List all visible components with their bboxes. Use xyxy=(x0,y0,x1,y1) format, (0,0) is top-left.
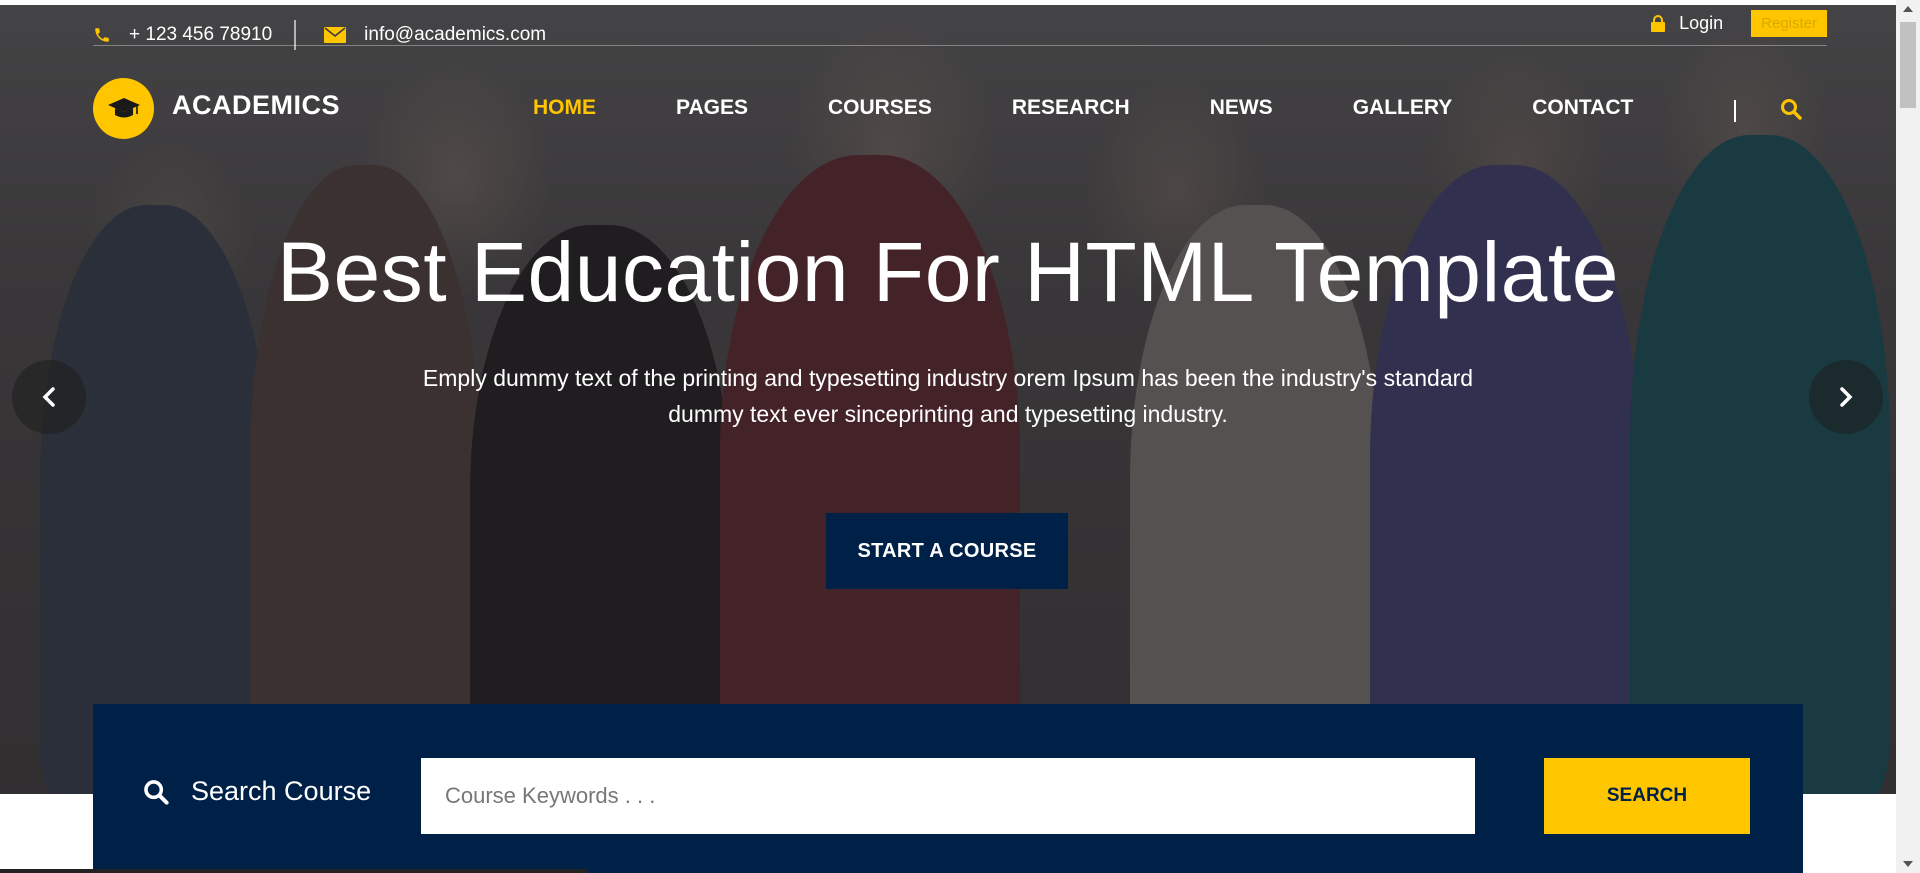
nav-item-pages[interactable]: PAGES xyxy=(676,96,748,120)
hero-subtitle-line: Emply dummy text of the printing and typ… xyxy=(422,365,1474,391)
logo[interactable]: ACADEMICS xyxy=(93,78,340,139)
chevron-left-icon xyxy=(42,387,56,407)
auth-links: Login Register xyxy=(1651,10,1827,37)
brand-name: ACADEMICS xyxy=(172,90,341,120)
page-divider xyxy=(0,869,588,873)
nav-item-gallery[interactable]: GALLERY xyxy=(1353,96,1453,120)
start-course-button[interactable]: START A COURSE xyxy=(826,513,1068,589)
slider-next-button[interactable] xyxy=(1809,360,1883,434)
top-bar: + 123 456 78910 info@academics.com Login… xyxy=(93,10,1827,50)
nav-menu: HOME PAGES COURSES RESEARCH NEWS GALLERY… xyxy=(533,96,1633,120)
register-button[interactable]: Register xyxy=(1751,10,1827,37)
nav-item-contact[interactable]: CONTACT xyxy=(1532,96,1633,120)
scrollbar[interactable] xyxy=(1896,0,1920,873)
login-link[interactable]: Login xyxy=(1651,13,1723,34)
contact-info: + 123 456 78910 info@academics.com xyxy=(93,20,546,50)
search-course-text: Search Course xyxy=(191,776,372,806)
hero-title: Best Education For HTML Template xyxy=(277,225,1619,319)
hero-subtitle-line: dummy text ever sinceprinting and typese… xyxy=(668,401,1228,427)
hero-subtitle: Emply dummy text of the printing and typ… xyxy=(390,360,1506,432)
search-course-label: Search Course xyxy=(143,776,371,807)
nav-divider xyxy=(1734,100,1736,122)
phone-icon xyxy=(93,26,111,44)
login-label: Login xyxy=(1679,13,1724,33)
scroll-down-icon[interactable] xyxy=(1903,861,1913,867)
divider xyxy=(294,20,297,50)
graduation-cap-icon xyxy=(93,78,154,139)
scroll-up-icon[interactable] xyxy=(1903,6,1913,12)
slider-prev-button[interactable] xyxy=(12,360,86,434)
search-button[interactable]: SEARCH xyxy=(1544,758,1750,834)
course-search-bar: Search Course SEARCH xyxy=(93,704,1803,873)
nav-item-home[interactable]: HOME xyxy=(533,96,596,120)
phone-link[interactable]: + 123 456 78910 xyxy=(129,24,272,46)
main-nav: ACADEMICS HOME PAGES COURSES RESEARCH NE… xyxy=(93,78,1827,140)
search-icon xyxy=(144,779,169,805)
nav-item-news[interactable]: NEWS xyxy=(1210,96,1273,120)
lock-icon xyxy=(1651,15,1666,32)
envelope-icon xyxy=(324,27,347,43)
scrollbar-thumb[interactable] xyxy=(1900,22,1916,108)
nav-item-courses[interactable]: COURSES xyxy=(828,96,932,120)
nav-item-research[interactable]: RESEARCH xyxy=(1012,96,1130,120)
search-icon[interactable] xyxy=(1780,98,1802,125)
chevron-right-icon xyxy=(1839,387,1853,407)
course-keywords-input[interactable] xyxy=(421,758,1475,834)
email-link[interactable]: info@academics.com xyxy=(364,24,546,46)
